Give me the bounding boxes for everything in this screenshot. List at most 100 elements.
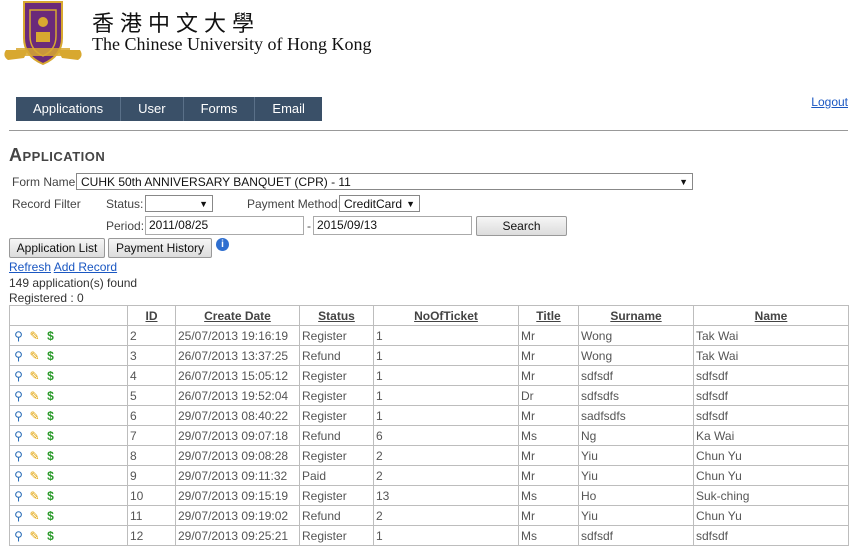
refresh-link[interactable]: Refresh — [9, 260, 51, 274]
title-cell: Mr — [518, 365, 579, 386]
form-name-select[interactable]: CUHK 50th ANNIVERSARY BANQUET (CPR) - 11… — [76, 173, 693, 190]
column-header-noofticket[interactable]: NoOfTicket — [373, 305, 519, 326]
magnifier-icon[interactable]: ⚲ — [12, 429, 25, 443]
dollar-icon[interactable]: $ — [44, 529, 57, 543]
create-date-cell: 25/07/2013 19:16:19 — [175, 325, 300, 346]
name-cell: Chun Yu — [693, 445, 849, 466]
dollar-icon[interactable]: $ — [44, 489, 57, 503]
row-actions: ⚲ ✎ $ — [9, 445, 128, 466]
column-header-name[interactable]: Name — [693, 305, 849, 326]
magnifier-icon[interactable]: ⚲ — [12, 369, 25, 383]
table-row: ⚲ ✎ $10 29/07/2013 09:15:19 Register 13 Ms Ho Su… — [9, 485, 849, 506]
period-from-input[interactable]: 2011/08/25 — [145, 216, 304, 235]
column-header-id[interactable]: ID — [127, 305, 176, 326]
nav-user[interactable]: User — [121, 97, 184, 121]
column-header-status[interactable]: Status — [299, 305, 374, 326]
pencil-icon[interactable]: ✎ — [28, 329, 41, 343]
payment-history-button[interactable]: Payment History — [108, 238, 212, 258]
header: 香港中文大學 The Chinese University of Hong Ko… — [0, 0, 860, 70]
create-date-cell: 29/07/2013 08:40:22 — [175, 405, 300, 426]
magnifier-icon[interactable]: ⚲ — [12, 329, 25, 343]
table-row: ⚲ ✎ $12 29/07/2013 09:25:21 Register 1 Ms sdfsd… — [9, 525, 849, 546]
magnifier-icon[interactable]: ⚲ — [12, 349, 25, 363]
record-filter-label: Record Filter — [12, 197, 81, 211]
status-cell: Register — [299, 525, 374, 546]
nav-email[interactable]: Email — [255, 97, 322, 121]
period-to-input[interactable]: 2015/09/13 — [313, 216, 472, 235]
name-cell: Suk-ching — [693, 485, 849, 506]
noofticket-cell: 2 — [373, 505, 519, 526]
magnifier-icon[interactable]: ⚲ — [12, 449, 25, 463]
dollar-icon[interactable]: $ — [44, 509, 57, 523]
magnifier-icon[interactable]: ⚲ — [12, 489, 25, 503]
table-row: ⚲ ✎ $11 29/07/2013 09:19:02 Refund 2 Mr Yiu Chun… — [9, 505, 849, 526]
name-cell: sdfsdf — [693, 405, 849, 426]
id-cell: 9 — [127, 465, 176, 486]
logout-link[interactable]: Logout — [811, 95, 848, 109]
status-cell: Register — [299, 485, 374, 506]
magnifier-icon[interactable]: ⚲ — [12, 409, 25, 423]
column-header-surname[interactable]: Surname — [578, 305, 694, 326]
table-row: ⚲ ✎ $7 29/07/2013 09:07:18 Refund 6 Ms Ng Ka Wai — [9, 425, 849, 446]
pencil-icon[interactable]: ✎ — [28, 369, 41, 383]
results-count: 149 application(s) found — [9, 276, 138, 290]
name-cell: Chun Yu — [693, 505, 849, 526]
name-cell: Tak Wai — [693, 325, 849, 346]
surname-cell: Yiu — [578, 465, 694, 486]
magnifier-icon[interactable]: ⚲ — [12, 529, 25, 543]
noofticket-cell: 1 — [373, 405, 519, 426]
column-header-title[interactable]: Title — [518, 305, 579, 326]
name-cell: sdfsdf — [693, 385, 849, 406]
title-cell: Ms — [518, 425, 579, 446]
pencil-icon[interactable]: ✎ — [28, 469, 41, 483]
dollar-icon[interactable]: $ — [44, 429, 57, 443]
nav-forms[interactable]: Forms — [184, 97, 256, 121]
surname-cell: Yiu — [578, 505, 694, 526]
dollar-icon[interactable]: $ — [44, 329, 57, 343]
name-cell: Ka Wai — [693, 425, 849, 446]
name-cell: Chun Yu — [693, 465, 849, 486]
payment-method-select[interactable]: CreditCard ▼ — [339, 195, 420, 212]
id-cell: 2 — [127, 325, 176, 346]
pencil-icon[interactable]: ✎ — [28, 449, 41, 463]
status-select[interactable]: ▼ — [145, 195, 213, 212]
create-date-cell: 29/07/2013 09:11:32 — [175, 465, 300, 486]
table-header-row: ID Create Date Status NoOfTicket Title S… — [9, 305, 849, 326]
dollar-icon[interactable]: $ — [44, 449, 57, 463]
id-cell: 5 — [127, 385, 176, 406]
dollar-icon[interactable]: $ — [44, 389, 57, 403]
nav-applications[interactable]: Applications — [16, 97, 122, 121]
magnifier-icon[interactable]: ⚲ — [12, 389, 25, 403]
dollar-icon[interactable]: $ — [44, 349, 57, 363]
application-list-button[interactable]: Application List — [9, 238, 105, 258]
noofticket-cell: 13 — [373, 485, 519, 506]
title-cell: Mr — [518, 345, 579, 366]
dollar-icon[interactable]: $ — [44, 409, 57, 423]
search-button[interactable]: Search — [476, 216, 567, 236]
status-label: Status: — [106, 197, 144, 211]
page-title: Application — [9, 145, 106, 165]
dollar-icon[interactable]: $ — [44, 369, 57, 383]
row-actions: ⚲ ✎ $ — [9, 385, 128, 406]
add-record-link[interactable]: Add Record — [54, 260, 117, 274]
noofticket-cell: 2 — [373, 445, 519, 466]
pencil-icon[interactable]: ✎ — [28, 529, 41, 543]
payment-method-value: CreditCard — [344, 197, 403, 211]
pencil-icon[interactable]: ✎ — [28, 429, 41, 443]
dollar-icon[interactable]: $ — [44, 469, 57, 483]
pencil-icon[interactable]: ✎ — [28, 509, 41, 523]
applications-table: ID Create Date Status NoOfTicket Title S… — [9, 305, 849, 546]
pencil-icon[interactable]: ✎ — [28, 389, 41, 403]
pencil-icon[interactable]: ✎ — [28, 349, 41, 363]
pencil-icon[interactable]: ✎ — [28, 409, 41, 423]
noofticket-cell: 1 — [373, 365, 519, 386]
status-cell: Register — [299, 365, 374, 386]
dropdown-arrow-icon: ▼ — [679, 177, 688, 187]
magnifier-icon[interactable]: ⚲ — [12, 469, 25, 483]
magnifier-icon[interactable]: ⚲ — [12, 509, 25, 523]
column-header-create-date[interactable]: Create Date — [175, 305, 300, 326]
pencil-icon[interactable]: ✎ — [28, 489, 41, 503]
info-icon[interactable]: i — [216, 238, 229, 251]
row-actions: ⚲ ✎ $ — [9, 365, 128, 386]
title-cell: Dr — [518, 385, 579, 406]
